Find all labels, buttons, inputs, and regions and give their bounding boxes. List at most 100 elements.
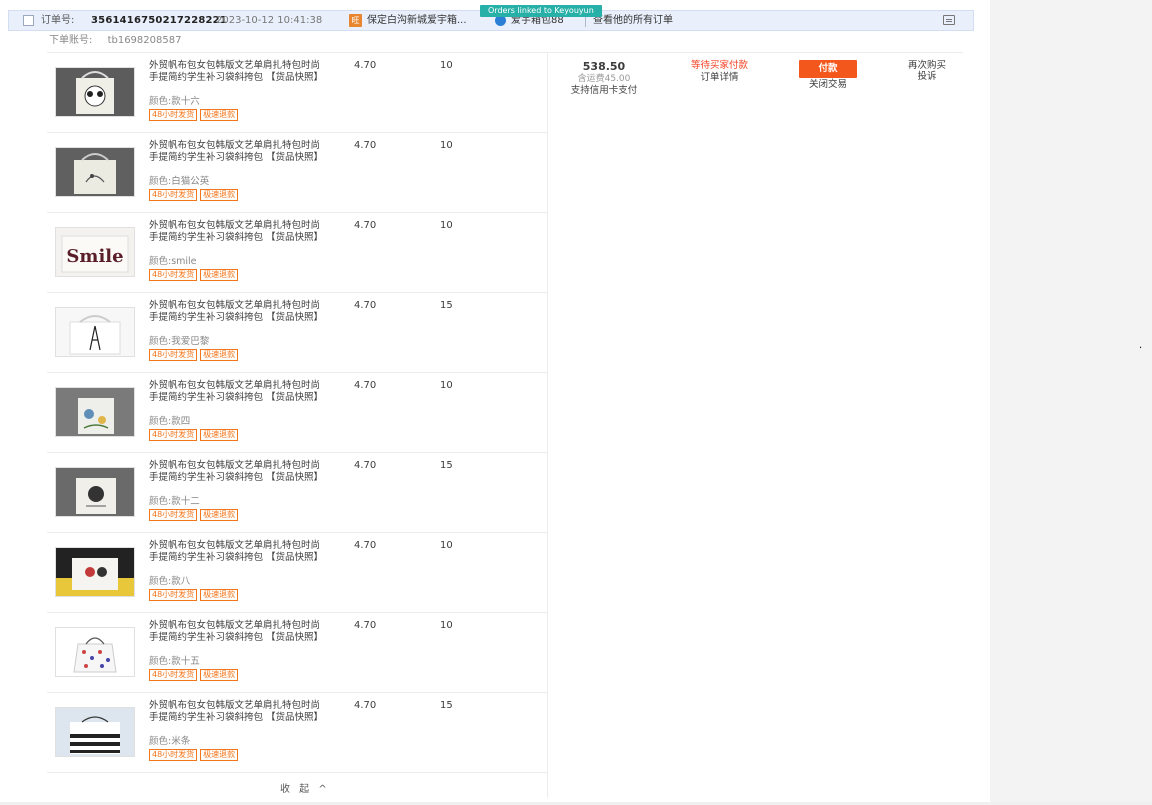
tag-48h-ship[interactable]: 48小时发货	[149, 749, 198, 761]
collapse-items-link[interactable]: 收 起 ^	[280, 780, 330, 795]
right-gutter	[990, 0, 1152, 805]
order-items-area: 外贸帆布包女包韩版文艺单肩扎特包时尚手提简约学生补习袋斜挎包 【货品快照】 颜色…	[47, 52, 963, 798]
item-price: 4.70	[354, 140, 377, 151]
item-row: Smile 外贸帆布包女包韩版文艺单肩扎特包时尚手提简约学生补习袋斜挎包 【货品…	[47, 213, 547, 293]
tag-48h-ship[interactable]: 48小时发货	[149, 109, 198, 121]
product-thumbnail[interactable]	[55, 307, 135, 357]
item-row: 外贸帆布包女包韩版文艺单肩扎特包时尚手提简约学生补习袋斜挎包 【货品快照】 颜色…	[47, 133, 547, 213]
tag-48h-ship[interactable]: 48小时发货	[149, 269, 198, 281]
item-quantity: 15	[440, 460, 453, 471]
other-actions-block: 再次购买 投诉	[897, 60, 957, 82]
page-dot: .	[1139, 340, 1143, 351]
tag-48h-ship[interactable]: 48小时发货	[149, 429, 198, 441]
item-row: 外贸帆布包女包韩版文艺单肩扎特包时尚手提简约学生补习袋斜挎包 【货品快照】 颜色…	[47, 533, 547, 613]
product-thumbnail[interactable]	[55, 547, 135, 597]
buyer-account-row: 下单账号: tb1698208587	[49, 34, 181, 48]
item-quantity: 10	[440, 620, 453, 631]
tag-fast-refund[interactable]: 极速退款	[200, 669, 239, 681]
item-row: 外贸帆布包女包韩版文艺单肩扎特包时尚手提简约学生补习袋斜挎包 【货品快照】 颜色…	[47, 293, 547, 373]
item-quantity: 15	[440, 700, 453, 711]
item-tags: 48小时发货 极速退款	[149, 669, 241, 681]
item-price: 4.70	[354, 460, 377, 471]
item-quantity: 15	[440, 300, 453, 311]
thumb-smile-text: Smile	[66, 246, 123, 267]
item-tags: 48小时发货 极速退款	[149, 429, 241, 441]
item-title-link[interactable]: 外贸帆布包女包韩版文艺单肩扎特包时尚手提简约学生补习袋斜挎包 【货品快照】	[149, 540, 329, 564]
item-row: 外贸帆布包女包韩版文艺单肩扎特包时尚手提简约学生补习袋斜挎包 【货品快照】 颜色…	[47, 453, 547, 533]
order-card: Orders linked to Keyouyun 订单号: 356141675…	[8, 0, 974, 800]
item-quantity: 10	[440, 540, 453, 551]
item-title-link[interactable]: 外贸帆布包女包韩版文艺单肩扎特包时尚手提简约学生补习袋斜挎包 【货品快照】	[149, 220, 329, 244]
product-thumbnail[interactable]	[55, 387, 135, 437]
tag-fast-refund[interactable]: 极速退款	[200, 269, 239, 281]
item-quantity: 10	[440, 60, 453, 71]
product-thumbnail[interactable]	[55, 147, 135, 197]
tag-fast-refund[interactable]: 极速退款	[200, 749, 239, 761]
order-action-block: 付款 关闭交易	[795, 60, 861, 91]
item-title-link[interactable]: 外贸帆布包女包韩版文艺单肩扎特包时尚手提简约学生补习袋斜挎包 【货品快照】	[149, 300, 329, 324]
product-thumbnail[interactable]	[55, 67, 135, 117]
shop-icon: 旺	[349, 14, 362, 27]
item-row: 外贸帆布包女包韩版文艺单肩扎特包时尚手提简约学生补习袋斜挎包 【货品快照】 颜色…	[47, 693, 547, 773]
order-select-checkbox[interactable]	[23, 15, 34, 26]
view-all-orders-link[interactable]: 查看他的所有订单	[593, 15, 673, 27]
item-spec: 颜色:款十二	[149, 496, 200, 507]
item-price: 4.70	[354, 620, 377, 631]
tag-48h-ship[interactable]: 48小时发货	[149, 509, 198, 521]
tag-48h-ship[interactable]: 48小时发货	[149, 669, 198, 681]
tag-48h-ship[interactable]: 48小时发货	[149, 589, 198, 601]
item-quantity: 10	[440, 140, 453, 151]
product-thumbnail[interactable]	[55, 707, 135, 757]
item-title-link[interactable]: 外贸帆布包女包韩版文艺单肩扎特包时尚手提简约学生补习袋斜挎包 【货品快照】	[149, 60, 329, 84]
close-order-link[interactable]: 关闭交易	[795, 79, 861, 91]
rebuy-link[interactable]: 再次购买	[897, 60, 957, 71]
product-thumbnail[interactable]	[55, 627, 135, 677]
item-spec: 颜色:款十五	[149, 656, 200, 667]
order-detail-link[interactable]: 订单详情	[672, 72, 767, 84]
item-tags: 48小时发货 极速退款	[149, 509, 241, 521]
item-tags: 48小时发货 极速退款	[149, 269, 241, 281]
item-spec: 颜色:我爱巴黎	[149, 336, 210, 347]
complaint-link[interactable]: 投诉	[897, 71, 957, 82]
product-thumbnail[interactable]: Smile	[55, 227, 135, 277]
tag-fast-refund[interactable]: 极速退款	[200, 509, 239, 521]
item-title-link[interactable]: 外贸帆布包女包韩版文艺单肩扎特包时尚手提简约学生补习袋斜挎包 【货品快照】	[149, 380, 329, 404]
item-spec: 颜色:smile	[149, 256, 197, 267]
item-spec: 颜色:款十六	[149, 96, 200, 107]
item-row: 外贸帆布包女包韩版文艺单肩扎特包时尚手提简约学生补习袋斜挎包 【货品快照】 颜色…	[47, 53, 547, 133]
tag-fast-refund[interactable]: 极速退款	[200, 349, 239, 361]
item-spec: 颜色:米条	[149, 736, 191, 747]
item-tags: 48小时发货 极速退款	[149, 589, 241, 601]
item-spec: 颜色:款四	[149, 416, 191, 427]
item-title-link[interactable]: 外贸帆布包女包韩版文艺单肩扎特包时尚手提简约学生补习袋斜挎包 【货品快照】	[149, 460, 329, 484]
shipping-fee: 含运费45.00	[577, 74, 631, 84]
product-thumbnail[interactable]	[55, 467, 135, 517]
shop-name-link[interactable]: 保定白沟新城爱宇箱...	[367, 15, 467, 27]
column-divider	[547, 53, 548, 798]
tag-fast-refund[interactable]: 极速退款	[200, 589, 239, 601]
note-icon[interactable]	[943, 15, 955, 25]
tag-fast-refund[interactable]: 极速退款	[200, 189, 239, 201]
tag-48h-ship[interactable]: 48小时发货	[149, 189, 198, 201]
item-title-link[interactable]: 外贸帆布包女包韩版文艺单肩扎特包时尚手提简约学生补习袋斜挎包 【货品快照】	[149, 140, 329, 164]
tag-fast-refund[interactable]: 极速退款	[200, 109, 239, 121]
item-quantity: 10	[440, 220, 453, 231]
item-price: 4.70	[354, 700, 377, 711]
item-tags: 48小时发货 极速退款	[149, 189, 241, 201]
tag-48h-ship[interactable]: 48小时发货	[149, 349, 198, 361]
order-status-block: 等待买家付款 订单详情	[672, 60, 767, 84]
item-tags: 48小时发货 极速退款	[149, 749, 241, 761]
order-total-block: 538.50 含运费45.00 支持信用卡支付	[559, 60, 649, 97]
order-status: 等待买家付款	[690, 60, 748, 71]
order-number: 3561416750217228221	[91, 15, 228, 26]
order-number-label: 订单号:	[41, 15, 75, 26]
tag-fast-refund[interactable]: 极速退款	[200, 429, 239, 441]
item-price: 4.70	[354, 220, 377, 231]
pay-button[interactable]: 付款	[799, 60, 857, 78]
item-title-link[interactable]: 外贸帆布包女包韩版文艺单肩扎特包时尚手提简约学生补习袋斜挎包 【货品快照】	[149, 700, 329, 724]
buyer-account: tb1698208587	[107, 35, 182, 46]
item-quantity: 10	[440, 380, 453, 391]
credit-card-support: 支持信用卡支付	[570, 85, 638, 96]
buyer-label: 下单账号:	[49, 35, 93, 46]
item-title-link[interactable]: 外贸帆布包女包韩版文艺单肩扎特包时尚手提简约学生补习袋斜挎包 【货品快照】	[149, 620, 329, 644]
